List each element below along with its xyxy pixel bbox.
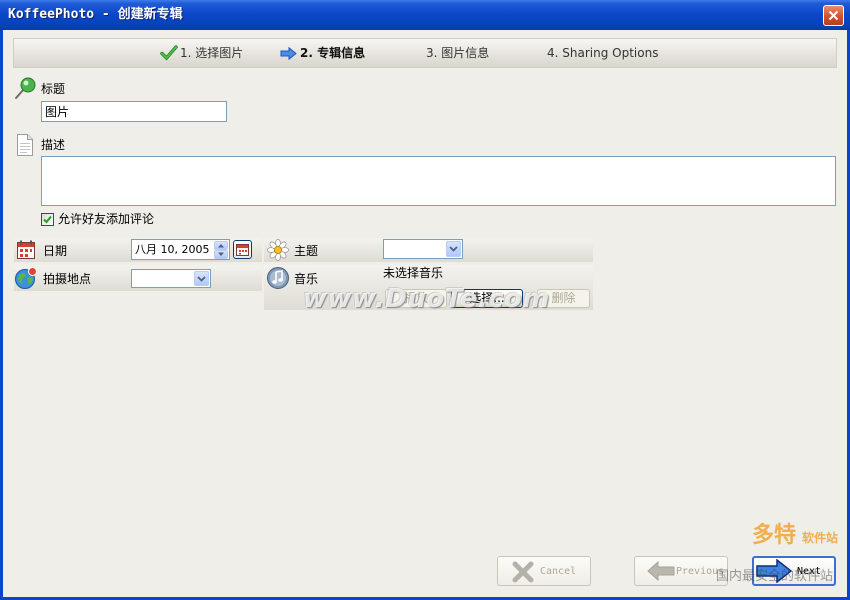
description-label: 描述 — [41, 138, 66, 152]
title-label: 标题 — [41, 82, 66, 96]
calendar-icon — [17, 240, 35, 259]
location-dropdown-button[interactable] — [194, 271, 209, 286]
document-icon — [17, 134, 33, 156]
flower-icon — [266, 238, 290, 262]
next-button[interactable]: Next — [752, 556, 836, 586]
globe-icon — [15, 267, 37, 289]
step-3-label: 3. 图片信息 — [426, 46, 490, 60]
step-2-label: 2. 专辑信息 — [300, 46, 366, 60]
cancel-button-label: Cancel — [540, 566, 577, 577]
calendar-button-icon — [236, 244, 249, 256]
triangle-up-icon — [218, 244, 224, 248]
close-icon — [828, 10, 839, 21]
music-label: 音乐 — [294, 272, 319, 286]
close-button[interactable] — [823, 5, 844, 26]
title-input[interactable] — [41, 101, 227, 122]
theme-label: 主题 — [294, 244, 319, 258]
step-4-label: 4. Sharing Options — [547, 46, 659, 60]
chevron-down-icon — [449, 246, 458, 252]
theme-dropdown[interactable] — [383, 239, 463, 259]
triangle-down-icon — [218, 252, 224, 256]
allow-comments-checkmark — [43, 215, 52, 224]
date-picker[interactable]: 八月 10, 2005 — [131, 239, 230, 260]
description-textarea[interactable] — [41, 156, 836, 206]
arrow-right-icon — [756, 559, 792, 583]
delete-music-button[interactable]: 删除 — [537, 289, 590, 308]
play-music-button[interactable]: 播放 — [385, 289, 447, 308]
date-label: 日期 — [43, 244, 68, 258]
calendar-button[interactable] — [233, 240, 252, 259]
cancel-x-icon — [512, 561, 534, 583]
step-1-label: 1. 选择图片 — [180, 46, 244, 60]
location-dropdown[interactable] — [131, 269, 211, 288]
chevron-down-icon — [197, 275, 206, 282]
title-bar[interactable]: KoffeePhoto - 创建新专辑 — [0, 0, 850, 30]
music-icon — [267, 267, 289, 289]
allow-comments-checkbox[interactable] — [41, 213, 54, 226]
arrow-left-icon — [647, 561, 675, 581]
date-value: 八月 10, 2005 — [135, 243, 210, 256]
cancel-button[interactable]: Cancel — [497, 556, 591, 586]
location-label: 拍摄地点 — [43, 272, 92, 286]
previous-button-label: Previous — [676, 566, 725, 577]
theme-dropdown-button[interactable] — [446, 241, 461, 257]
wizard-steps-bar: 1. 选择图片 2. 专辑信息 3. 图片信息 4. Sharing Optio… — [13, 38, 837, 68]
date-spin-up-button[interactable] — [214, 241, 228, 250]
allow-comments-label[interactable]: 允许好友添加评论 — [58, 212, 154, 226]
check-icon — [160, 45, 178, 61]
date-spin-down-button[interactable] — [214, 250, 228, 259]
arrow-right-icon — [280, 47, 297, 60]
music-status: 未选择音乐 — [383, 266, 444, 280]
choose-music-button[interactable]: 选择... — [451, 289, 523, 308]
window-title: KoffeePhoto - 创建新专辑 — [8, 7, 183, 22]
next-button-label: Next — [797, 566, 822, 577]
pin-icon — [15, 77, 36, 99]
previous-button[interactable]: Previous — [634, 556, 728, 586]
